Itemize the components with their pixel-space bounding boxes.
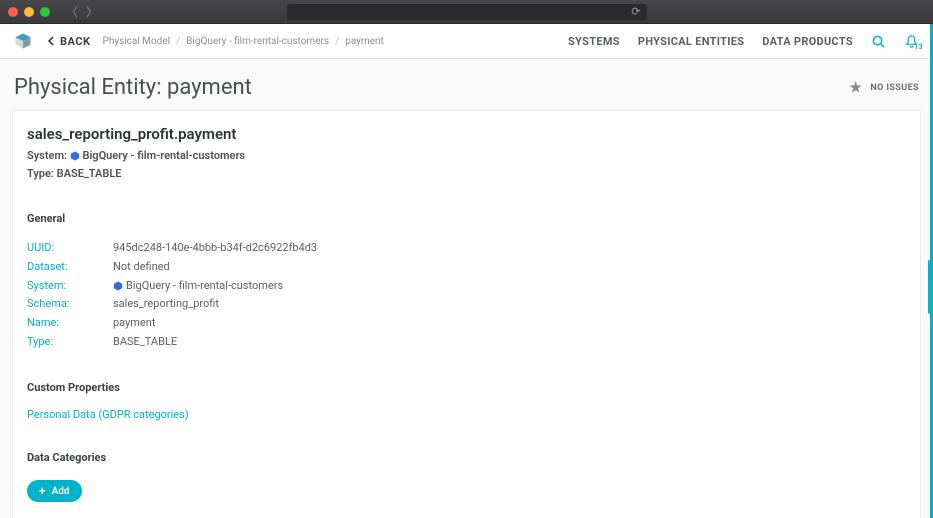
page-title: Physical Entity: payment bbox=[14, 75, 849, 100]
refresh-icon[interactable]: ⟳ bbox=[631, 5, 640, 18]
search-icon bbox=[871, 34, 886, 49]
top-nav: SYSTEMS PHYSICAL ENTITIES DATA PRODUCTS … bbox=[568, 34, 919, 49]
nav-physical-entities[interactable]: PHYSICAL ENTITIES bbox=[638, 35, 744, 48]
app-viewport: BACK Physical Model / BigQuery - film-re… bbox=[0, 24, 933, 518]
breadcrumb-item-system[interactable]: BigQuery - film-rental-customers bbox=[186, 36, 329, 47]
entity-type-label: Type: bbox=[27, 167, 54, 180]
row-name: Name: payment bbox=[27, 314, 906, 333]
maximize-window-button[interactable] bbox=[40, 7, 50, 17]
back-button[interactable]: BACK bbox=[46, 35, 91, 48]
dataset-key[interactable]: Dataset: bbox=[27, 258, 113, 277]
breadcrumb: Physical Model / BigQuery - film-rental-… bbox=[103, 36, 569, 47]
browser-chrome: 〈 〉 ⟳ bbox=[0, 0, 933, 24]
name-value: payment bbox=[113, 314, 906, 333]
add-category-button[interactable]: + Add bbox=[27, 480, 82, 502]
uuid-value: 945dc248-140e-4bbb-b34f-d2c6922fb4d3 bbox=[113, 239, 906, 258]
app-logo-icon bbox=[14, 32, 32, 50]
back-label: BACK bbox=[60, 35, 91, 48]
browser-nav-arrows: 〈 〉 bbox=[66, 3, 98, 20]
uuid-key[interactable]: UUID: bbox=[27, 239, 113, 258]
entity-card: sales_reporting_profit.payment System: B… bbox=[12, 110, 921, 518]
bigquery-icon bbox=[70, 151, 80, 161]
notifications-button[interactable]: 13 bbox=[904, 34, 919, 49]
dataset-value: Not defined bbox=[113, 258, 906, 277]
general-table: UUID: 945dc248-140e-4bbb-b34f-d2c6922fb4… bbox=[27, 239, 906, 351]
page-header: Physical Entity: payment ★ NO ISSUES bbox=[0, 59, 933, 110]
nav-data-products[interactable]: DATA PRODUCTS bbox=[762, 35, 853, 48]
breadcrumb-item-entity[interactable]: payment bbox=[345, 36, 384, 47]
type-key[interactable]: Type: bbox=[27, 333, 113, 352]
issues-indicator[interactable]: ★ NO ISSUES bbox=[849, 80, 919, 96]
app-topbar: BACK Physical Model / BigQuery - film-re… bbox=[0, 24, 933, 59]
nav-systems[interactable]: SYSTEMS bbox=[568, 35, 620, 48]
add-label: Add bbox=[52, 486, 70, 497]
type-value: BASE_TABLE bbox=[113, 333, 906, 352]
notification-count: 13 bbox=[914, 43, 923, 51]
section-custom-title: Custom Properties bbox=[27, 381, 906, 394]
bigquery-icon bbox=[113, 281, 123, 291]
window-controls bbox=[8, 7, 50, 17]
plus-icon: + bbox=[39, 485, 46, 497]
section-categories-title: Data Categories bbox=[27, 451, 906, 464]
section-general-title: General bbox=[27, 212, 906, 225]
issues-label: NO ISSUES bbox=[870, 83, 919, 93]
chevron-left-icon bbox=[46, 36, 56, 46]
row-schema: Schema: sales_reporting_profit bbox=[27, 295, 906, 314]
browser-url-bar[interactable]: ⟳ bbox=[287, 4, 647, 20]
row-dataset: Dataset: Not defined bbox=[27, 258, 906, 277]
breadcrumb-separator: / bbox=[176, 36, 180, 47]
search-button[interactable] bbox=[871, 34, 886, 49]
row-system: System: BigQuery - film-rental-customers bbox=[27, 277, 906, 296]
entity-system-value: BigQuery - film-rental-customers bbox=[82, 149, 245, 162]
star-icon: ★ bbox=[849, 80, 862, 96]
scrollbar-thumb[interactable] bbox=[928, 260, 933, 314]
system-key[interactable]: System: bbox=[27, 277, 113, 296]
row-uuid: UUID: 945dc248-140e-4bbb-b34f-d2c6922fb4… bbox=[27, 239, 906, 258]
entity-system-label: System: bbox=[27, 149, 67, 162]
close-window-button[interactable] bbox=[8, 7, 18, 17]
entity-meta: System: BigQuery - film-rental-customers… bbox=[27, 147, 906, 182]
personal-data-gdpr-link[interactable]: Personal Data (GDPR categories) bbox=[27, 408, 906, 421]
schema-value: sales_reporting_profit bbox=[113, 295, 906, 314]
row-type: Type: BASE_TABLE bbox=[27, 333, 906, 352]
schema-key[interactable]: Schema: bbox=[27, 295, 113, 314]
entity-type-value: BASE_TABLE bbox=[57, 167, 122, 180]
breadcrumb-separator: / bbox=[335, 36, 339, 47]
breadcrumb-item-physical-model[interactable]: Physical Model bbox=[103, 36, 171, 47]
minimize-window-button[interactable] bbox=[24, 7, 34, 17]
entity-full-name: sales_reporting_profit.payment bbox=[27, 125, 906, 143]
browser-back-button[interactable]: 〈 bbox=[66, 3, 78, 20]
browser-forward-button[interactable]: 〉 bbox=[86, 3, 98, 20]
name-key[interactable]: Name: bbox=[27, 314, 113, 333]
system-value: BigQuery - film-rental-customers bbox=[113, 277, 906, 296]
